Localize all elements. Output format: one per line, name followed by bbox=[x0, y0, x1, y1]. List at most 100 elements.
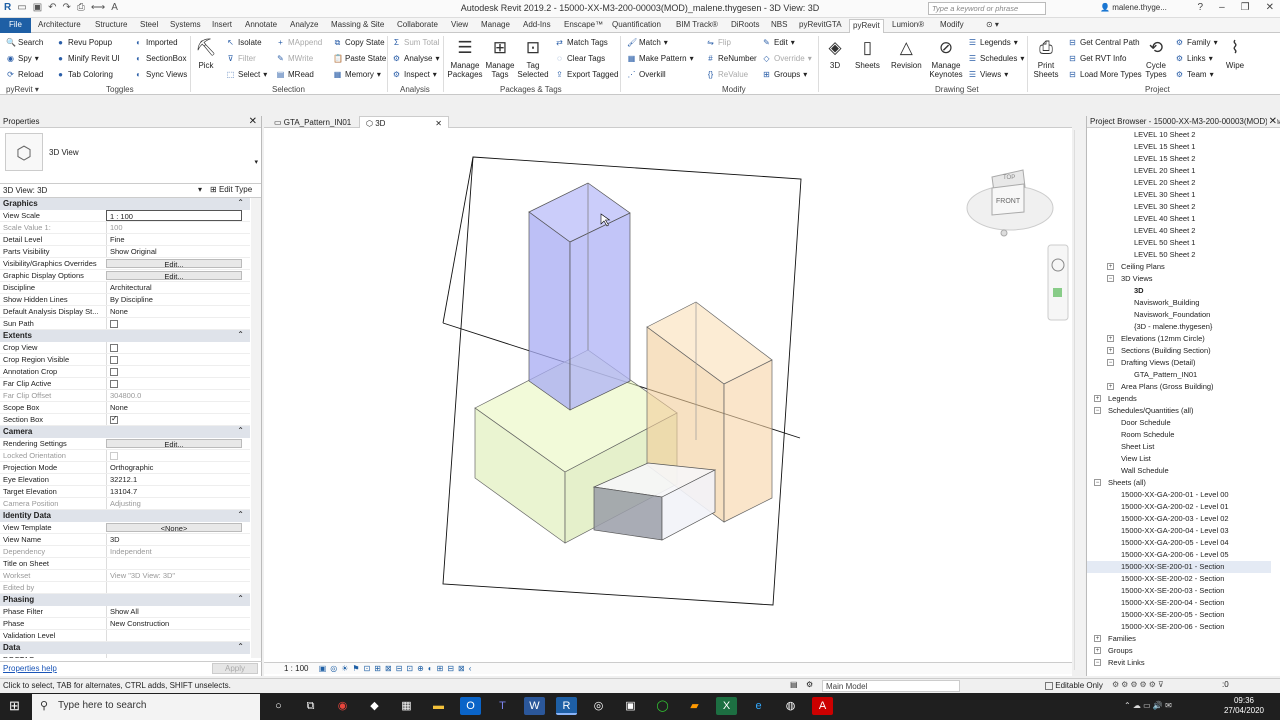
tab-diroots[interactable]: DiRoots bbox=[731, 20, 759, 29]
renumber-button[interactable]: # ReNumber bbox=[706, 54, 756, 63]
property-value[interactable]: 13104.7 bbox=[106, 486, 250, 497]
app-icon[interactable]: ◍ bbox=[780, 697, 801, 715]
property-value[interactable] bbox=[106, 558, 250, 569]
edge-icon[interactable]: e bbox=[748, 697, 769, 715]
view-tab-3d[interactable]: ⬡ 3D ✕ bbox=[359, 116, 449, 128]
tab-coloring-button[interactable]: ● Tab Coloring bbox=[56, 70, 113, 79]
browser-item[interactable]: 15000-XX-GA-200-04 - Level 03 bbox=[1087, 525, 1271, 537]
browser-item[interactable]: LEVEL 30 Sheet 1 bbox=[1087, 189, 1271, 201]
browser-item[interactable]: Naviswork_Building bbox=[1087, 297, 1271, 309]
paste-state-button[interactable]: 📋 Paste State bbox=[333, 54, 386, 63]
manage-packages-button[interactable]: ☰ Manage Packages bbox=[447, 37, 483, 79]
property-group-header[interactable]: Camera ⌃ bbox=[0, 426, 250, 438]
tab-enscape[interactable]: Enscape™ bbox=[564, 20, 603, 29]
browser-item[interactable]: LEVEL 15 Sheet 2 bbox=[1087, 153, 1271, 165]
property-value[interactable]: Fine bbox=[106, 234, 250, 245]
outlook-icon[interactable]: O bbox=[460, 697, 481, 715]
tab-pyrevit[interactable]: pyRevit bbox=[849, 19, 884, 33]
property-checkbox[interactable] bbox=[110, 320, 118, 329]
expand-icon[interactable]: + bbox=[1094, 647, 1101, 654]
taskbar-search[interactable]: ⚲ Type here to search bbox=[32, 694, 260, 720]
print-sheets-button[interactable]: ⎙ Print Sheets bbox=[1033, 37, 1059, 79]
minify-ui-button[interactable]: ● Minify Revit UI bbox=[56, 54, 119, 63]
tab-view[interactable]: View bbox=[451, 20, 468, 29]
app-icon[interactable]: ◯ bbox=[652, 697, 673, 715]
type-selector[interactable]: ⬡ 3D View ▾ bbox=[0, 128, 261, 184]
property-value[interactable]: 32212.1 bbox=[106, 474, 250, 485]
property-value[interactable]: By Discipline bbox=[106, 294, 250, 305]
property-group-header[interactable]: Data ⌃ bbox=[0, 642, 250, 654]
isolate-button[interactable]: ↖ Isolate bbox=[226, 38, 261, 47]
browser-item[interactable]: 15000-XX-SE-200-06 - Section bbox=[1087, 621, 1271, 633]
browser-item[interactable]: + Area Plans (Gross Building) bbox=[1087, 381, 1271, 393]
close-icon[interactable]: ✕ bbox=[435, 119, 442, 128]
tab-collaborate[interactable]: Collaborate bbox=[397, 20, 438, 29]
viewcube[interactable]: TOP FRONT bbox=[966, 169, 1054, 237]
property-value[interactable]: Architectural bbox=[106, 282, 250, 293]
collapse-icon[interactable]: ⌃ bbox=[237, 198, 244, 207]
pick-button[interactable]: ⛏ Pick bbox=[195, 37, 217, 70]
excel-icon[interactable]: X bbox=[716, 697, 737, 715]
browser-item[interactable]: Door Schedule bbox=[1087, 417, 1271, 429]
blue-tower[interactable] bbox=[528, 182, 631, 411]
property-value[interactable]: 3D bbox=[106, 534, 250, 545]
tab-nbs[interactable]: NBS bbox=[771, 20, 787, 29]
browser-item[interactable]: 3D bbox=[1087, 285, 1271, 297]
browser-item[interactable]: Sheet List bbox=[1087, 441, 1271, 453]
apply-button[interactable]: Apply bbox=[212, 663, 258, 674]
expand-icon[interactable]: + bbox=[1107, 263, 1114, 270]
3d-button[interactable]: ◈ 3D bbox=[824, 37, 846, 70]
contextual-tab-toggle[interactable]: ⊙ ▾ bbox=[986, 20, 999, 29]
links-button[interactable]: ⚙ Links ▾ bbox=[1175, 54, 1213, 63]
tab-bim-track[interactable]: BIM Track® bbox=[676, 20, 718, 29]
tab-structure[interactable]: Structure bbox=[95, 20, 127, 29]
spy-button[interactable]: ◉ Spy ▾ bbox=[6, 54, 39, 63]
collapse-icon[interactable]: ⌃ bbox=[237, 642, 244, 651]
browser-item[interactable]: 15000-XX-SE-200-05 - Section bbox=[1087, 609, 1271, 621]
browser-item[interactable]: {3D - malene.thygesen} bbox=[1087, 321, 1271, 333]
workset-icon[interactable]: ▤ bbox=[790, 680, 798, 689]
inspect-button[interactable]: ⚙ Inspect ▾ bbox=[392, 70, 437, 79]
property-edit-button[interactable]: Edit... bbox=[106, 439, 242, 448]
legends-button[interactable]: ☰ Legends ▾ bbox=[968, 38, 1018, 47]
home-icon[interactable] bbox=[1000, 229, 1008, 237]
property-edit-button[interactable]: <None> bbox=[106, 523, 242, 532]
property-edit-button[interactable]: Edit... bbox=[106, 259, 242, 268]
property-value[interactable] bbox=[106, 366, 250, 377]
browser-item[interactable]: LEVEL 20 Sheet 2 bbox=[1087, 177, 1271, 189]
property-value[interactable]: Show All bbox=[106, 606, 250, 617]
mappend-button[interactable]: + MAppend bbox=[276, 38, 322, 47]
help-search-input[interactable]: Type a keyword or phrase bbox=[928, 2, 1046, 15]
collapse-icon[interactable]: ⌃ bbox=[237, 510, 244, 519]
browser-item[interactable]: 15000-XX-SE-200-04 - Section bbox=[1087, 597, 1271, 609]
browser-item[interactable]: − Schedules/Quantities (all) bbox=[1087, 405, 1271, 417]
collapse-icon[interactable]: − bbox=[1094, 659, 1101, 666]
tab-analyze[interactable]: Analyze bbox=[290, 20, 318, 29]
browser-item[interactable]: LEVEL 15 Sheet 1 bbox=[1087, 141, 1271, 153]
browser-item[interactable]: 15000-XX-GA-200-06 - Level 05 bbox=[1087, 549, 1271, 561]
property-value[interactable]: None bbox=[106, 402, 250, 413]
browser-item[interactable]: + Elevations (12mm Circle) bbox=[1087, 333, 1271, 345]
browser-item[interactable]: LEVEL 50 Sheet 1 bbox=[1087, 237, 1271, 249]
collapse-icon[interactable]: ⌃ bbox=[237, 330, 244, 339]
model-3d-view[interactable]: TOP FRONT bbox=[264, 129, 1072, 659]
wipe-button[interactable]: ⌇ Wipe bbox=[1224, 37, 1246, 70]
analyse-button[interactable]: ⚙ Analyse ▾ bbox=[392, 54, 440, 63]
cycle-types-button[interactable]: ⟲ Cycle Types bbox=[1143, 37, 1169, 79]
browser-item[interactable]: −3D Views bbox=[1087, 273, 1271, 285]
make-pattern-button[interactable]: ▦ Make Pattern ▾ bbox=[627, 54, 694, 63]
team-button[interactable]: ⚙ Team ▾ bbox=[1175, 70, 1214, 79]
model-canvas[interactable]: TOP FRONT bbox=[264, 129, 1072, 659]
property-group-header[interactable]: Phasing ⌃ bbox=[0, 594, 250, 606]
browser-item[interactable]: 15000-XX-SE-200-03 - Section bbox=[1087, 585, 1271, 597]
clear-tags-button[interactable]: ◌ Clear Tags bbox=[555, 54, 605, 63]
match-tags-button[interactable]: ⇄ Match Tags bbox=[555, 38, 608, 47]
property-edit-button[interactable]: Edit... bbox=[106, 271, 242, 280]
edit-type-button[interactable]: ⊞ Edit Type bbox=[210, 185, 252, 194]
property-checkbox[interactable] bbox=[110, 414, 118, 425]
reload-button[interactable]: ⟳ Reload bbox=[6, 70, 43, 79]
browser-item[interactable]: LEVEL 40 Sheet 2 bbox=[1087, 225, 1271, 237]
override-button[interactable]: ◇ Override ▾ bbox=[762, 54, 811, 63]
browser-item[interactable]: 15000-XX-SE-200-01 - Section bbox=[1087, 561, 1271, 573]
browser-item[interactable]: LEVEL 20 Sheet 1 bbox=[1087, 165, 1271, 177]
